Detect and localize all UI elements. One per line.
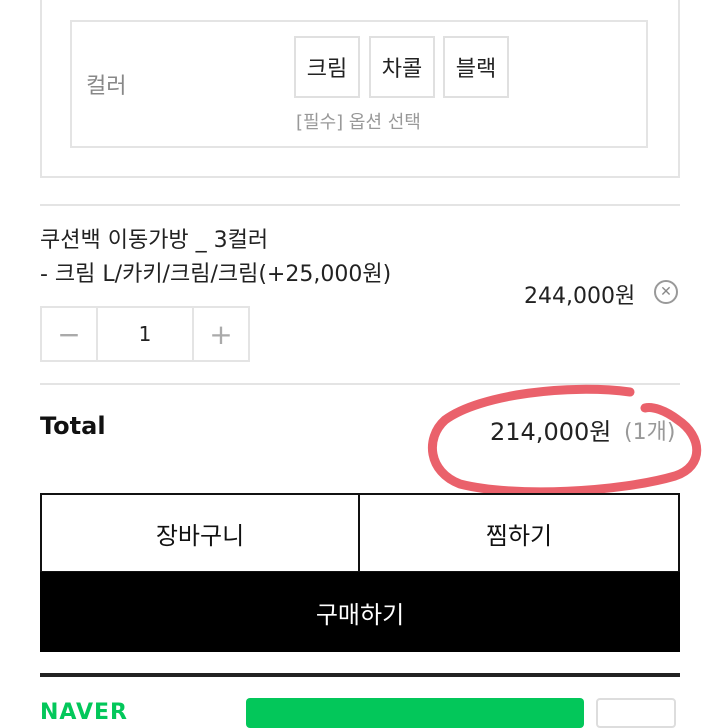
option-frame-right xyxy=(678,0,680,178)
divider xyxy=(40,383,680,385)
quantity-value[interactable]: 1 xyxy=(96,308,194,360)
total-count: (1개) xyxy=(624,420,676,445)
wishlist-button[interactable]: 찜하기 xyxy=(358,493,680,573)
item-price: 244,000원 xyxy=(524,284,636,309)
total-label: Total xyxy=(40,412,106,440)
close-circle-icon[interactable]: ✕ xyxy=(654,280,678,304)
product-name: 쿠션백 이동가방 _ 3컬러 xyxy=(40,228,269,253)
option-frame-bottom xyxy=(40,176,680,178)
naver-divider xyxy=(40,673,680,677)
add-to-cart-button[interactable]: 장바구니 xyxy=(40,493,360,573)
color-option-label: 컬러 xyxy=(86,74,127,99)
divider xyxy=(40,204,680,206)
color-choice-charcoal[interactable]: 차콜 xyxy=(369,36,435,98)
quantity-stepper: − 1 + xyxy=(40,306,250,362)
color-choice-cream[interactable]: 크림 xyxy=(294,36,360,98)
required-option-hint: [필수] 옵션 선택 xyxy=(296,112,421,133)
total-price: 214,000원 xyxy=(490,418,612,446)
buy-now-button[interactable]: 구매하기 xyxy=(40,572,680,652)
color-choice-black[interactable]: 블랙 xyxy=(443,36,509,98)
product-option-text: - 크림 L/카키/크림/크림(+25,000원) xyxy=(40,262,392,287)
naver-logo: NAVER xyxy=(40,700,128,725)
naver-pay-button[interactable] xyxy=(246,698,584,728)
option-frame-left xyxy=(40,0,42,178)
naver-secondary-button[interactable] xyxy=(596,698,676,728)
minus-icon[interactable]: − xyxy=(42,308,96,360)
plus-icon[interactable]: + xyxy=(194,308,248,360)
